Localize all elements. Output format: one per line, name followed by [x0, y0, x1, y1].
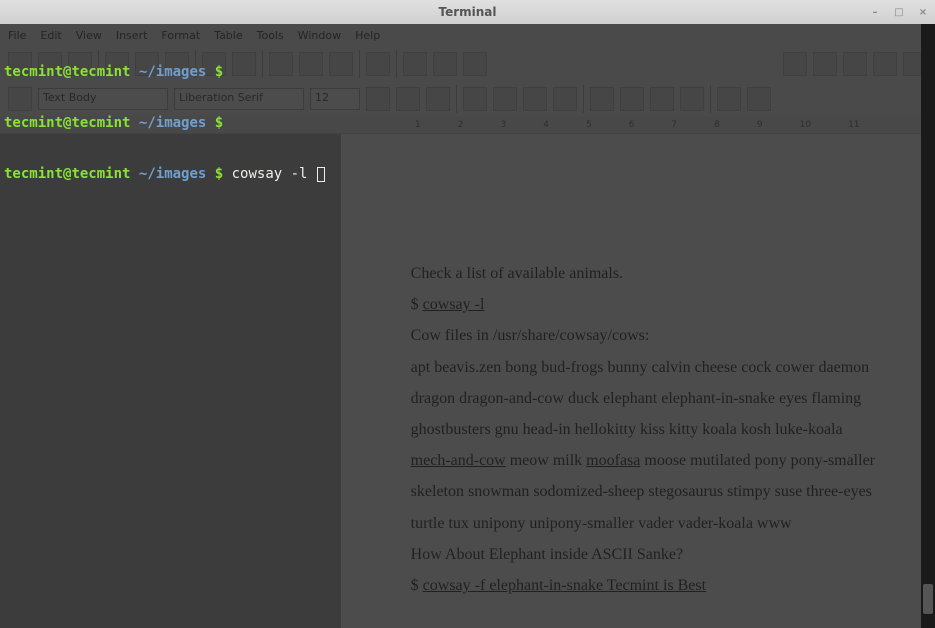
terminal-scrollbar[interactable]: [921, 24, 935, 628]
bg-doc-line: $ cowsay -l: [411, 289, 875, 320]
bg-sidebar: [0, 134, 341, 628]
bg-document-area: Check a list of available animals. $ cow…: [0, 134, 935, 628]
bg-doc-line: How About Elephant inside ASCII Sanke?: [411, 539, 875, 570]
window-title: Terminal: [438, 5, 496, 19]
bg-page: Check a list of available animals. $ cow…: [341, 134, 935, 628]
terminal-line: tecmint@tecmint ~/images $: [4, 64, 916, 81]
minimize-button[interactable]: –: [867, 4, 883, 20]
terminal-cursor: [317, 167, 325, 182]
bg-doc-line: mech-and-cow meow milk moofasa moose mut…: [411, 445, 875, 476]
terminal-output[interactable]: tecmint@tecmint ~/images $ tecmint@tecmi…: [0, 24, 920, 206]
bg-doc-line: apt beavis.zen bong bud-frogs bunny calv…: [411, 352, 875, 383]
terminal-line: tecmint@tecmint ~/images $ cowsay -l: [4, 166, 916, 183]
scrollbar-thumb[interactable]: [923, 584, 933, 614]
bg-doc-line: turtle tux unipony unipony-smaller vader…: [411, 508, 875, 539]
bg-doc-line: skeleton snowman sodomized-sheep stegosa…: [411, 476, 875, 507]
bg-doc-line: ghostbusters gnu head-in hellokitty kiss…: [411, 414, 875, 445]
window-titlebar: Terminal – □ ×: [0, 0, 935, 24]
bg-doc-line: Cow files in /usr/share/cowsay/cows:: [411, 320, 875, 351]
maximize-button[interactable]: □: [891, 4, 907, 20]
terminal-line: tecmint@tecmint ~/images $: [4, 115, 916, 132]
bg-doc-line: $ cowsay -f elephant-in-snake Tecmint is…: [411, 570, 875, 601]
bg-doc-line: dragon dragon-and-cow duck elephant elep…: [411, 383, 875, 414]
bg-doc-line: Check a list of available animals.: [411, 258, 875, 289]
close-button[interactable]: ×: [915, 4, 931, 20]
window-controls: – □ ×: [867, 0, 931, 24]
